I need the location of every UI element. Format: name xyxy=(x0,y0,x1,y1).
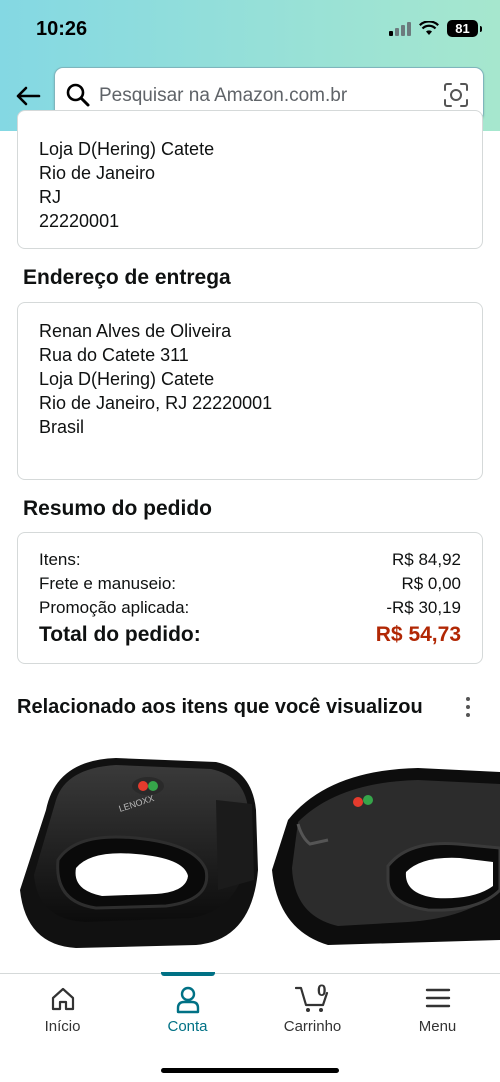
promotion-value: -R$ 30,19 xyxy=(386,598,461,617)
address-line: Loja D(Hering) Catete xyxy=(39,369,215,389)
account-icon xyxy=(176,986,199,1014)
nav-menu[interactable]: Menu xyxy=(375,974,500,1044)
shipping-cost-label: Frete e manuseio: xyxy=(39,574,177,593)
arrow-left-icon xyxy=(16,86,41,106)
nav-cart[interactable]: 0 Carrinho xyxy=(250,974,375,1044)
promotion-label: Promoção aplicada: xyxy=(39,598,190,617)
address-line: 22220001 xyxy=(39,211,120,231)
shipping-address-card: Renan Alves de Oliveira Rua do Catete 31… xyxy=(17,302,483,480)
related-items-title: Relacionado aos itens que você visualizo… xyxy=(17,696,423,718)
cart-count-badge: 0 xyxy=(317,981,327,1000)
shipping-name: Renan Alves de Oliveira xyxy=(39,321,232,341)
bottom-navigation: Início Conta 0 Carrinho Menu xyxy=(0,972,500,1082)
order-summary-title: Resumo do pedido xyxy=(23,497,212,520)
search-icon xyxy=(66,83,90,107)
shipping-cost-value: R$ 0,00 xyxy=(401,574,461,593)
home-indicator xyxy=(161,1068,339,1073)
cellular-signal-icon xyxy=(389,21,411,36)
more-options-icon[interactable] xyxy=(458,693,478,721)
status-time: 10:26 xyxy=(36,18,88,40)
nav-account-label: Conta xyxy=(167,1018,208,1035)
billing-address-card: Loja D(Hering) Catete Rio de Janeiro RJ … xyxy=(17,110,483,249)
order-summary-card: Itens: R$ 84,92 Frete e manuseio: R$ 0,0… xyxy=(17,532,483,664)
back-button[interactable] xyxy=(12,80,44,112)
summary-row-promotion: Promoção aplicada: -R$ 30,19 xyxy=(39,596,461,620)
sandwich-maker-image: LENOXX xyxy=(20,758,258,948)
status-icons: 81 xyxy=(389,20,482,37)
camera-scan-icon[interactable] xyxy=(443,82,469,108)
address-line: Rua do Catete 311 xyxy=(39,345,189,365)
menu-icon xyxy=(425,988,450,1008)
summary-row-items: Itens: R$ 84,92 xyxy=(39,548,461,572)
address-line: Loja D(Hering) Catete xyxy=(39,139,215,159)
status-bar: 10:26 81 xyxy=(0,0,500,58)
total-label: Total do pedido: xyxy=(39,623,201,646)
address-line: RJ xyxy=(39,187,61,207)
address-country: Brasil xyxy=(39,417,85,437)
nav-home[interactable]: Início xyxy=(0,974,125,1044)
product-card[interactable] xyxy=(268,740,500,960)
items-value: R$ 84,92 xyxy=(392,550,461,569)
summary-row-shipping: Frete e manuseio: R$ 0,00 xyxy=(39,572,461,596)
product-card[interactable]: LENOXX xyxy=(16,740,262,960)
wifi-icon xyxy=(419,21,439,35)
nav-home-label: Início xyxy=(44,1018,81,1035)
items-label: Itens: xyxy=(39,550,81,569)
summary-row-total: Total do pedido: R$ 54,73 xyxy=(39,620,461,650)
home-icon xyxy=(51,987,74,1011)
sandwich-maker-image xyxy=(272,768,500,945)
nav-cart-label: Carrinho xyxy=(283,1018,342,1035)
nav-menu-label: Menu xyxy=(418,1018,457,1035)
battery-level: 81 xyxy=(447,20,482,37)
nav-account[interactable]: Conta xyxy=(125,974,250,1044)
shipping-address-title: Endereço de entrega xyxy=(23,266,231,289)
search-placeholder: Pesquisar na Amazon.com.br xyxy=(99,85,348,106)
total-value: R$ 54,73 xyxy=(375,623,461,646)
address-line: Rio de Janeiro, RJ 22220001 xyxy=(39,393,273,413)
address-line: Rio de Janeiro xyxy=(39,163,156,183)
